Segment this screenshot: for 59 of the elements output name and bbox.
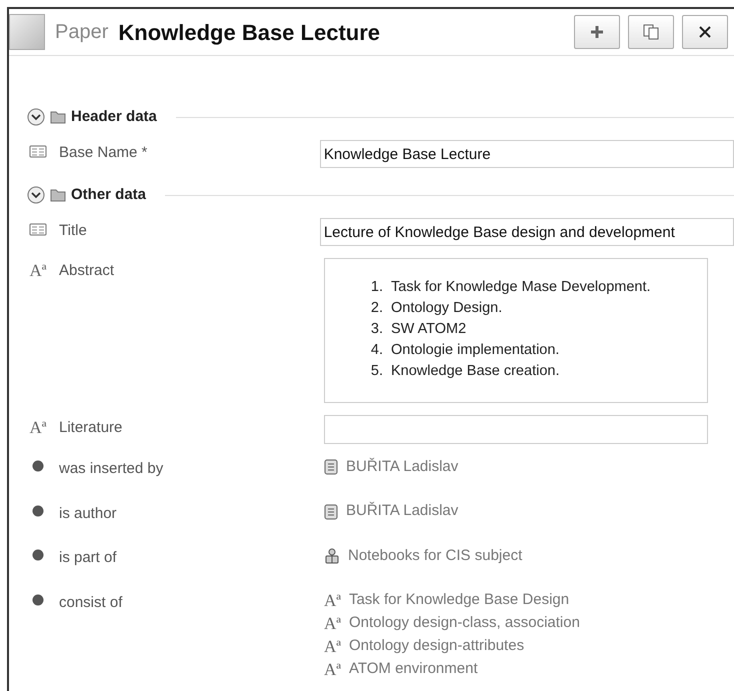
text-type-icon: Aª [30, 419, 46, 436]
text-type-icon: Aª [30, 262, 46, 279]
section-title: Header data [71, 106, 157, 127]
close-button[interactable] [682, 15, 728, 49]
add-button[interactable] [574, 15, 620, 49]
field-label: is author [59, 504, 117, 524]
list-number: 2. [370, 299, 383, 318]
contact-card-icon [324, 504, 338, 520]
card-icon [29, 144, 47, 158]
list-item: Ontology Design. [391, 299, 502, 318]
related-link[interactable]: Ontology design-attributes [348, 635, 524, 658]
abstract-field[interactable]: 1. Task for Knowledge Mase Development. 2. Ontology Design. 3. SW ATOM2 4. Ontologie implementation. 5. Knowledge Base creation. [324, 258, 708, 403]
type-label: Paper [55, 20, 108, 45]
field-label: Abstract [59, 261, 114, 281]
section-title: Other data [71, 184, 146, 205]
copy-button[interactable] [628, 15, 674, 49]
list-item: SW ATOM2 [391, 320, 466, 339]
sphere-icon [32, 594, 44, 606]
sphere-icon [32, 460, 44, 472]
text-type-icon: Aª [324, 615, 341, 632]
related-link[interactable]: Ontology design-class, association [348, 612, 580, 635]
list-item: Task for Knowledge Mase Development. [391, 278, 651, 297]
field-label: was inserted by [59, 459, 164, 479]
field-label: Literature [59, 418, 122, 438]
field-label: consist of [59, 592, 122, 612]
people-icon [324, 548, 340, 564]
related-link[interactable]: BUŘITA Ladislav [346, 500, 458, 523]
text-type-icon: Aª [324, 661, 341, 678]
field-label: Base Name * [59, 143, 148, 163]
sphere-icon [32, 504, 44, 516]
contact-card-icon [324, 459, 338, 475]
folder-icon [50, 188, 66, 202]
list-number: 5. [370, 362, 383, 381]
plus-icon [590, 25, 604, 39]
list-number: 4. [370, 341, 383, 360]
text-field[interactable]: Lecture of Knowledge Base design and development [320, 218, 734, 246]
paper-icon [9, 14, 45, 50]
related-link[interactable]: ATOM environment [348, 658, 478, 681]
field-label: is part of [59, 548, 117, 568]
page-title: Knowledge Base Lecture [118, 18, 380, 47]
related-link[interactable]: Task for Knowledge Base Design [348, 589, 570, 612]
sphere-icon [32, 549, 44, 561]
text-type-icon: Aª [324, 592, 341, 609]
related-link[interactable]: BUŘITA Ladislav [346, 456, 458, 478]
list-number: 1. [370, 278, 383, 297]
collapse-icon[interactable] [27, 108, 45, 126]
text-field[interactable] [324, 415, 708, 444]
text-type-icon: Aª [324, 638, 341, 655]
close-icon [698, 25, 712, 39]
field-label: Title [59, 221, 87, 241]
copy-icon [643, 24, 659, 40]
related-link[interactable]: Notebooks for CIS subject [348, 544, 522, 568]
list-item: Knowledge Base creation. [391, 362, 560, 381]
text-field[interactable]: Knowledge Base Lecture [320, 140, 734, 168]
list-number: 3. [370, 320, 383, 339]
list-item: Ontologie implementation. [391, 341, 560, 360]
collapse-icon[interactable] [27, 186, 45, 204]
folder-icon [50, 110, 66, 124]
card-icon [29, 222, 47, 236]
